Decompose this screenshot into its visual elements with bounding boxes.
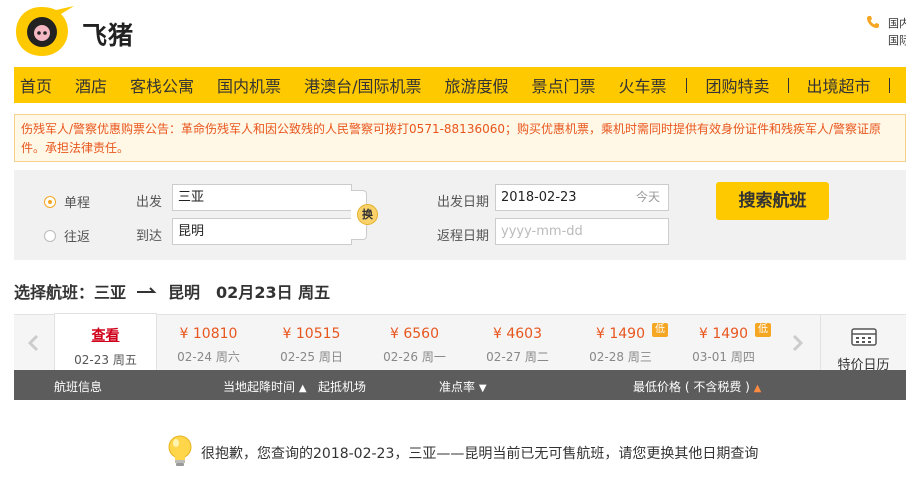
- from-label: 出发: [136, 195, 163, 210]
- trip-type-roundtrip[interactable]: 往返: [44, 226, 90, 245]
- from-city-input[interactable]: 三亚: [172, 184, 352, 211]
- date-tab-price: ¥ 6560: [390, 326, 439, 342]
- nav-item-tickets[interactable]: 景点门票: [531, 73, 595, 97]
- to-label: 到达: [136, 229, 163, 244]
- th-price-note: ( 不含税费 ): [684, 380, 750, 394]
- nav-item-home[interactable]: 首页: [20, 73, 52, 97]
- th-time-label: 当地起降时间: [223, 380, 296, 394]
- route-prefix: 选择航班：: [14, 283, 95, 302]
- th-flight-info: 航班信息: [54, 380, 103, 394]
- date-tab-5[interactable]: ¥ 1490 02-28 周三 低: [569, 315, 672, 371]
- date-tab-3[interactable]: ¥ 6560 02-26 周一: [363, 315, 466, 371]
- nav-item-vacation[interactable]: 旅游度假: [444, 73, 508, 97]
- fliggy-logo-icon[interactable]: [14, 4, 78, 58]
- sort-down-icon: ▼: [478, 383, 487, 394]
- arrow-right-icon: [137, 287, 157, 293]
- route-from: 三亚: [94, 283, 127, 302]
- date-tab-strip: 查看 02-23 周五 ¥ 10810 02-24 周六 ¥ 10515 02-…: [14, 313, 906, 373]
- phone-icon: [867, 16, 879, 28]
- date-tab-1[interactable]: ¥ 10810 02-24 周六: [157, 315, 260, 371]
- nav-item-outbound-market[interactable]: 出境超市: [807, 73, 871, 97]
- th-ontime-label: 准点率: [439, 380, 476, 394]
- lightbulb-icon: [168, 435, 192, 466]
- date-tab-2[interactable]: ¥ 10515 02-25 周日: [260, 315, 363, 371]
- nav-item-hotel[interactable]: 酒店: [75, 73, 107, 97]
- date-tab-price: ¥ 10810: [179, 326, 238, 342]
- swap-cities-button[interactable]: 换: [357, 204, 378, 225]
- notice-banner: 伤残军人/警察优惠购票公告：革命伤残军人和因公致残的人民警察可拨打0571-88…: [14, 114, 906, 162]
- flight-search-panel: 单程 往返 出发 三亚 到达 昆明 换 出发日期 2018-02-23 今天 返…: [14, 170, 906, 260]
- date-tab-4[interactable]: ¥ 4603 02-27 周二: [466, 315, 569, 371]
- hotline-international: 国际: [888, 34, 906, 47]
- sort-up-icon: ▲: [298, 383, 307, 394]
- th-price-label: 最低价格: [633, 380, 682, 394]
- date-tab-date: 02-26 周一: [383, 350, 446, 364]
- route-title: 选择航班： 三亚 昆明 02月23日 周五: [14, 279, 330, 303]
- date-tab-6[interactable]: ¥ 1490 03-01 周四 低: [672, 315, 775, 371]
- nav-divider: [685, 77, 687, 93]
- flight-table-header: 航班信息 当地起降时间 ▲ 起抵机场 准点率 ▼ 最低价格 ( 不含税费 ) ▲: [14, 370, 906, 400]
- date-tab-view-link[interactable]: 查看: [55, 325, 156, 345]
- th-price-sort[interactable]: 最低价格 ( 不含税费 ) ▲: [633, 378, 761, 395]
- main-nav: 首页 酒店 客栈公寓 国内机票 港澳台/国际机票 旅游度假 景点门票 火车票 团…: [14, 67, 906, 103]
- th-time-sort[interactable]: 当地起降时间 ▲: [223, 378, 307, 395]
- hotline-domestic: 国内: [888, 17, 906, 30]
- low-price-badge: 低: [652, 323, 668, 337]
- brand-name[interactable]: 飞猪: [82, 16, 134, 52]
- route-date: 02月23日 周五: [216, 283, 331, 302]
- special-price-calendar-button[interactable]: 特价日历: [820, 315, 906, 373]
- nav-item-inn[interactable]: 客栈公寓: [130, 73, 194, 97]
- radio-roundtrip[interactable]: [44, 229, 56, 242]
- date-tab-price: ¥ 10515: [282, 326, 341, 342]
- nav-item-group-buy[interactable]: 团购特卖: [706, 73, 770, 97]
- nav-divider: [888, 77, 890, 93]
- th-ontime-sort[interactable]: 准点率 ▼: [439, 378, 487, 395]
- date-tab-date: 02-28 周三: [589, 350, 652, 364]
- sort-up-icon: ▲: [753, 383, 762, 394]
- no-flights-message: 很抱歉，您查询的2018-02-23，三亚——昆明当前已无可售航班，请您更换其他…: [201, 446, 759, 462]
- depart-date-input[interactable]: 2018-02-23 今天: [495, 184, 669, 211]
- site-header: 飞猪 国内 国际: [0, 0, 906, 66]
- nav-item-domestic-flights[interactable]: 国内机票: [217, 73, 281, 97]
- date-tab-date: 03-01 周四: [692, 350, 755, 364]
- radio-oneway[interactable]: [44, 195, 56, 208]
- nav-item-train[interactable]: 火车票: [619, 73, 667, 97]
- trip-type-oneway-label: 单程: [64, 196, 91, 211]
- today-hint: 今天: [635, 190, 660, 204]
- calendar-icon: [850, 328, 877, 346]
- date-tab-price: ¥ 4603: [493, 326, 542, 342]
- route-to: 昆明: [168, 283, 201, 302]
- to-city-input[interactable]: 昆明: [172, 218, 352, 245]
- date-tab-date: 02-25 周日: [280, 350, 343, 364]
- depart-date-label: 出发日期: [437, 195, 490, 210]
- nav-divider: [787, 77, 789, 93]
- date-tab-date: 02-27 周二: [486, 350, 549, 364]
- chevron-right-icon[interactable]: [787, 333, 807, 353]
- date-tab-date: 02-23 周五: [74, 353, 137, 367]
- date-tab-date: 02-24 周六: [177, 350, 240, 364]
- chevron-left-icon[interactable]: [24, 333, 44, 353]
- return-date-input[interactable]: yyyy-mm-dd: [495, 218, 669, 245]
- depart-date-value: 2018-02-23: [501, 190, 577, 205]
- low-price-badge: 低: [755, 323, 771, 337]
- search-flights-button[interactable]: 搜索航班: [716, 182, 829, 220]
- return-date-label: 返程日期: [437, 229, 490, 244]
- trip-type-roundtrip-label: 往返: [64, 230, 91, 245]
- trip-type-oneway[interactable]: 单程: [44, 192, 90, 211]
- nav-item-international-flights[interactable]: 港澳台/国际机票: [304, 73, 421, 97]
- hotline-text: 国内 国际: [888, 15, 906, 49]
- date-tab-0[interactable]: 查看 02-23 周五: [54, 313, 157, 372]
- th-airport: 起抵机场: [318, 380, 367, 394]
